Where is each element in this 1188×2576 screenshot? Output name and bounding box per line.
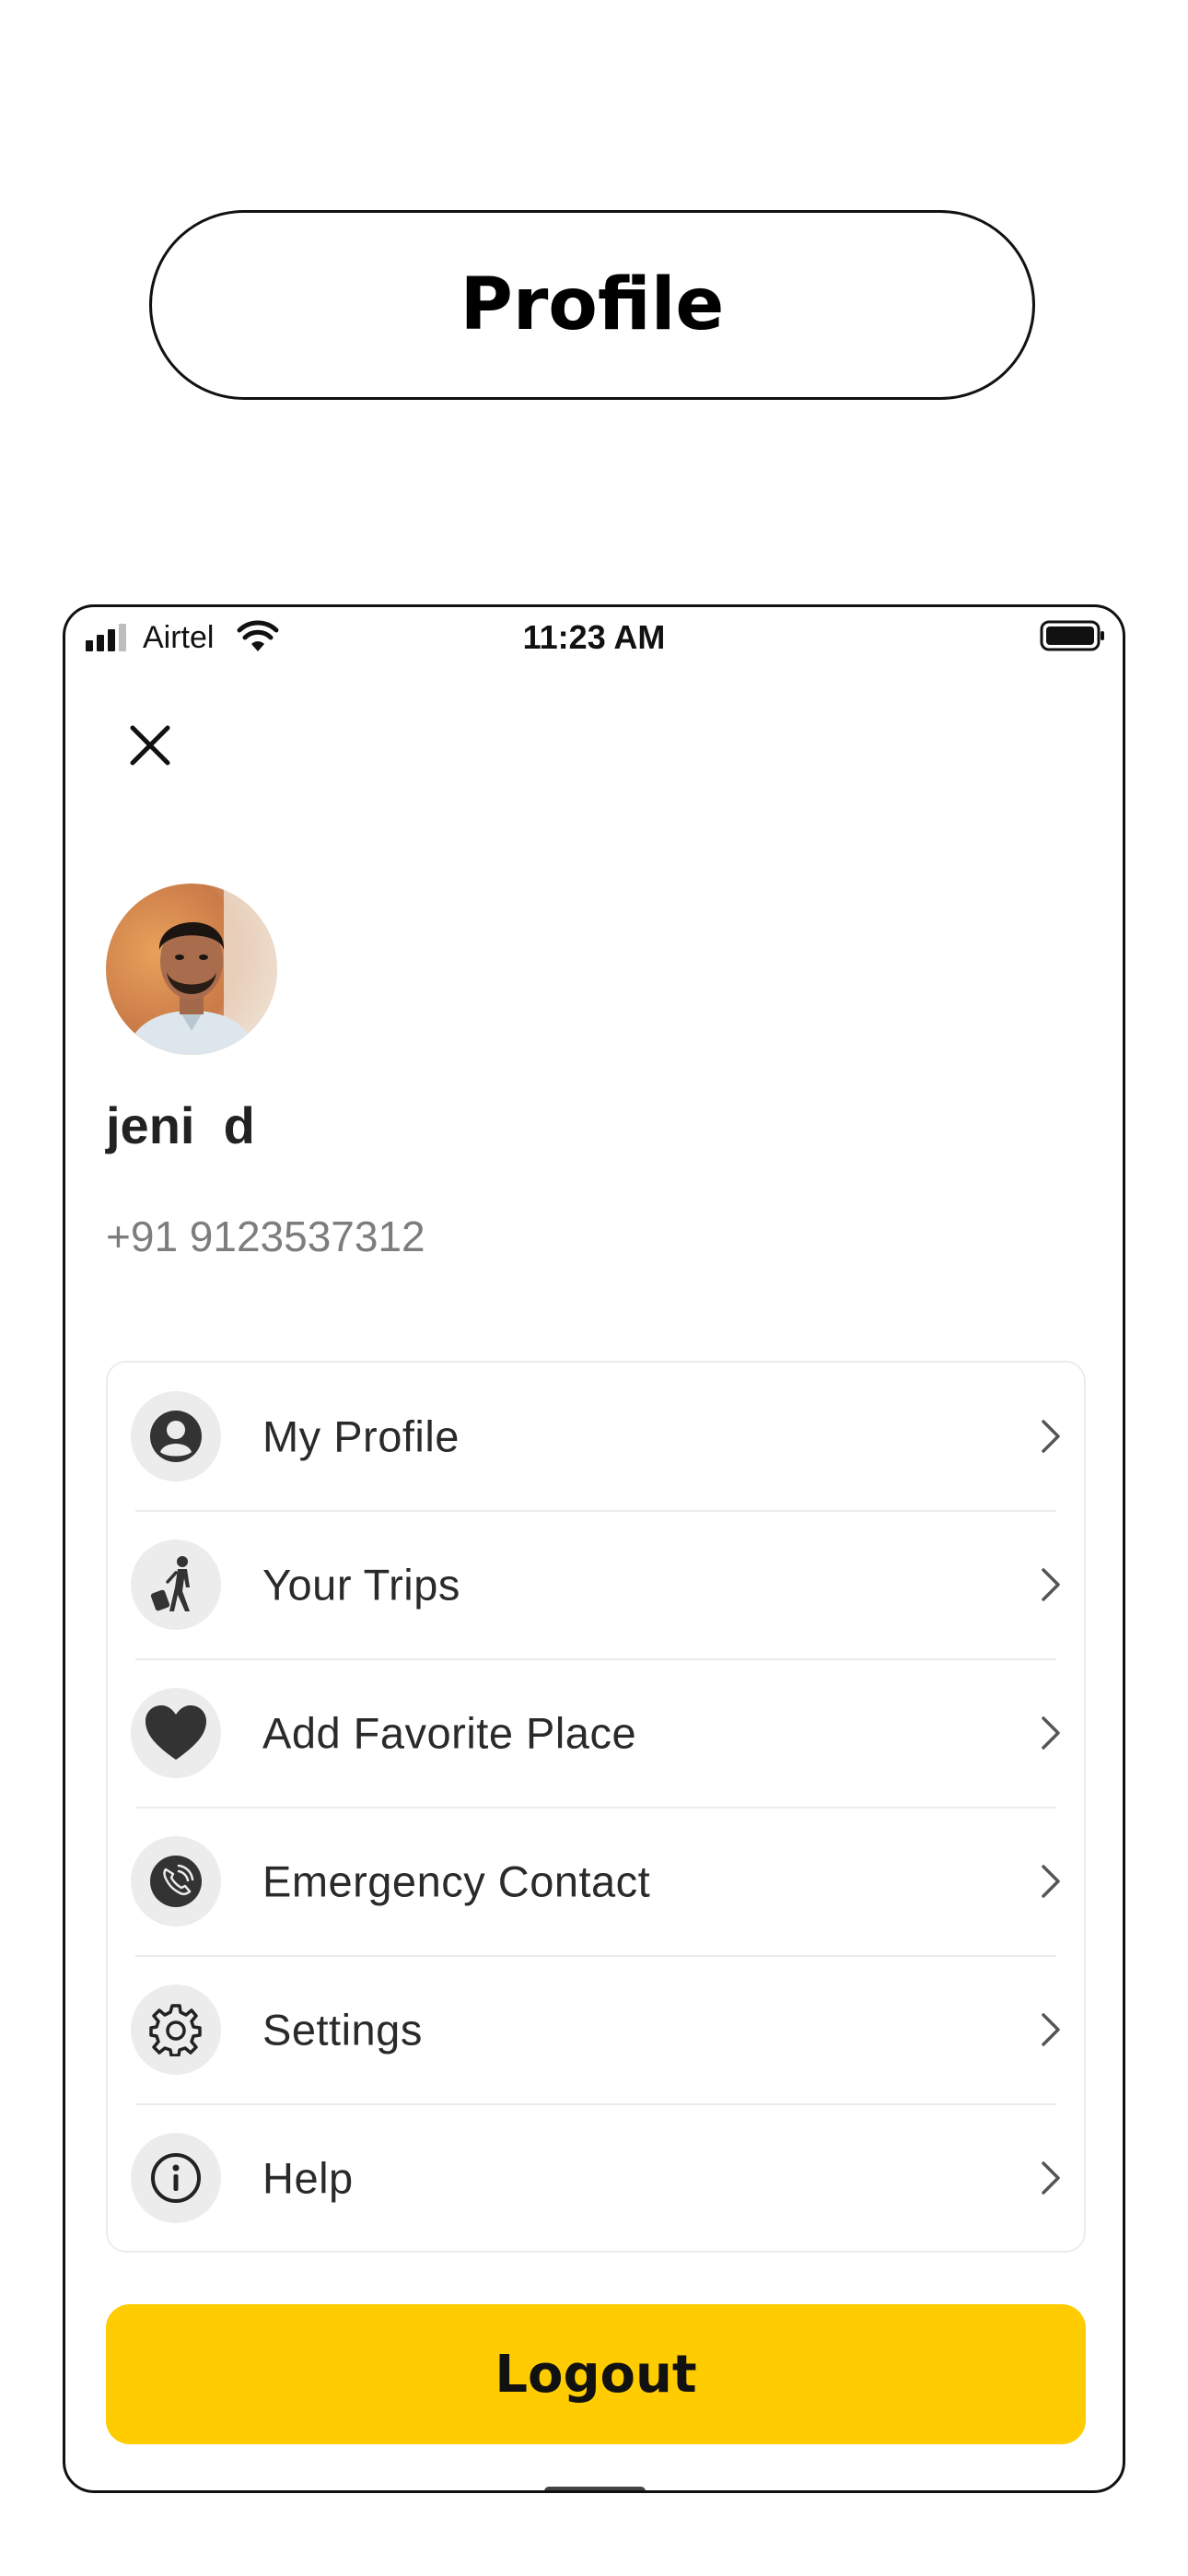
icon-container: [131, 1985, 221, 2075]
chevron-right-icon: [1042, 1716, 1060, 1750]
chevron-right-icon: [1042, 2013, 1060, 2046]
menu-item-label: Help: [262, 2153, 354, 2203]
chevron-right-icon: [1042, 1865, 1060, 1898]
user-circle-icon: [150, 1411, 202, 1462]
status-time: 11:23 AM: [522, 618, 666, 656]
menu-item-label: My Profile: [262, 1411, 460, 1461]
menu-item-label: Settings: [262, 2005, 423, 2055]
avatar-image: [106, 884, 277, 1055]
page-title-pill: Profile: [149, 210, 1035, 400]
close-button[interactable]: [113, 708, 187, 782]
gear-icon: [149, 2004, 202, 2056]
page-title: Profile: [460, 263, 725, 346]
close-icon: [130, 725, 170, 766]
icon-container: [131, 1836, 221, 1926]
menu-card: My Profile Your Trips Add Favorite Place…: [106, 1361, 1086, 2253]
menu-item-emergency-contact[interactable]: Emergency Contact: [108, 1808, 1084, 1955]
menu-item-your-trips[interactable]: Your Trips: [108, 1511, 1084, 1658]
phone-call-icon: [150, 1856, 202, 1907]
phone-frame: Airtel 11:23 AM jeni d +91 9123537312 My…: [63, 604, 1125, 2493]
chevron-right-icon: [1042, 1420, 1060, 1453]
info-icon: [151, 2153, 201, 2203]
menu-item-settings[interactable]: Settings: [108, 1956, 1084, 2103]
icon-container: [131, 1540, 221, 1630]
heart-icon: [146, 1705, 206, 1760]
traveler-icon: [150, 1556, 190, 1611]
home-indicator: [544, 2487, 646, 2490]
battery-icon: [1040, 620, 1104, 651]
icon-container: [131, 2133, 221, 2223]
logout-button[interactable]: Logout: [106, 2304, 1086, 2444]
avatar[interactable]: [106, 884, 277, 1055]
menu-item-label: Emergency Contact: [262, 1856, 651, 1906]
logout-label: Logout: [495, 2344, 697, 2405]
icon-container: [131, 1391, 221, 1481]
icon-container: [131, 1688, 221, 1778]
user-name: jeni d: [106, 1096, 255, 1154]
menu-item-add-favorite-place[interactable]: Add Favorite Place: [108, 1659, 1084, 1807]
menu-item-label: Add Favorite Place: [262, 1708, 637, 1758]
chevron-right-icon: [1042, 1568, 1060, 1601]
menu-item-my-profile[interactable]: My Profile: [108, 1363, 1084, 1510]
chevron-right-icon: [1042, 2161, 1060, 2195]
menu-item-help[interactable]: Help: [108, 2104, 1084, 2252]
menu-item-label: Your Trips: [262, 1560, 460, 1610]
status-bar: Airtel 11:23 AM: [65, 607, 1123, 666]
user-phone: +91 9123537312: [106, 1212, 425, 1260]
